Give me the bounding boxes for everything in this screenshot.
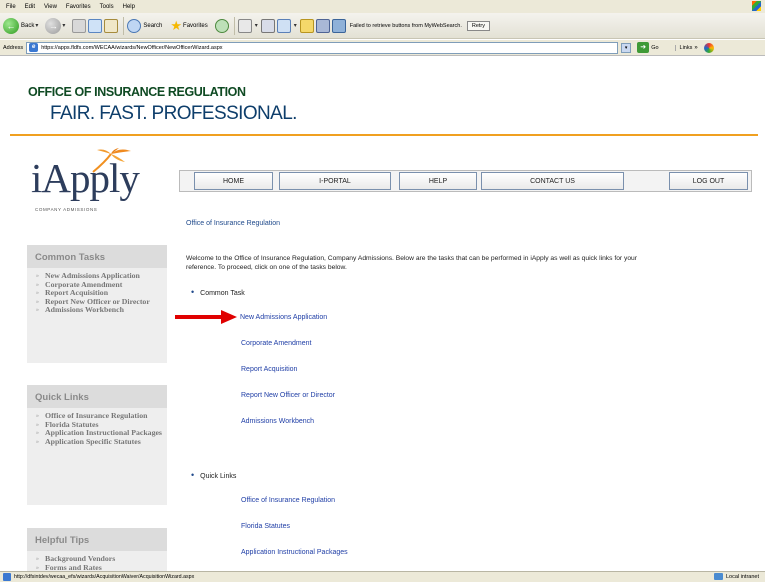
page-status-icon: [3, 573, 11, 581]
quick-link-florida-statutes[interactable]: Florida Statutes: [241, 523, 290, 530]
status-url: http://dfsintdev/wecaa_efs/wizards/Acqui…: [14, 574, 195, 580]
sidebar-common-tasks: Common Tasks New Admissions Application …: [27, 245, 167, 363]
status-bar: http://dfsintdev/wecaa_efs/wizards/Acqui…: [0, 571, 765, 582]
task-link-report-new-officer[interactable]: Report New Officer or Director: [241, 392, 335, 399]
address-url: https://apps.fldfs.com/WECAA/wizards/New…: [41, 44, 223, 51]
task-link-report-acquisition[interactable]: Report Acquisition: [241, 366, 297, 373]
red-arrow-icon: [175, 310, 237, 324]
windows-logo-icon: [752, 1, 761, 11]
motto: FAIR. FAST. PROFESSIONAL.: [50, 103, 297, 124]
address-dropdown-icon[interactable]: ▾: [621, 42, 632, 53]
header-divider: [10, 134, 758, 136]
toolbar-status-message: Failed to retrieve buttons from MyWebSea…: [349, 22, 462, 29]
zone-label: Local intranet: [725, 573, 759, 580]
stop-icon[interactable]: [72, 18, 87, 33]
nav-portal-button[interactable]: I-PORTAL: [279, 172, 391, 190]
menu-view[interactable]: View: [44, 4, 57, 10]
iapply-logo[interactable]: iApply COMPANY ADMISSIONS: [31, 148, 141, 214]
chevron-down-icon: ▾: [62, 23, 66, 29]
go-arrow-icon[interactable]: ➜: [637, 42, 650, 53]
quick-link-instructional-packages[interactable]: Application Instructional Packages: [241, 549, 348, 556]
chevron-down-icon: ▾: [293, 23, 297, 29]
menu-edit[interactable]: Edit: [25, 4, 35, 10]
back-label: Back: [21, 22, 35, 29]
sidebar-item-specific-statutes[interactable]: Application Specific Statutes: [27, 437, 167, 447]
nav-logout-button[interactable]: LOG OUT: [669, 172, 748, 190]
favorites-label: Favorites: [183, 22, 208, 29]
print-icon[interactable]: [260, 18, 275, 33]
refresh-icon[interactable]: [88, 18, 103, 33]
org-name: OFFICE OF INSURANCE REGULATION: [28, 85, 246, 99]
history-icon[interactable]: [214, 18, 229, 33]
address-label: Address: [3, 44, 24, 51]
browser-toolbar: ← Back ▾ → ▾ Search ★ Favorites ▾ ▾ Fail…: [0, 13, 765, 39]
chevron-right-icon[interactable]: »: [694, 45, 697, 51]
forward-button[interactable]: → ▾: [45, 17, 68, 34]
back-arrow-icon: ←: [3, 17, 19, 34]
chevron-down-icon: ▾: [254, 23, 258, 29]
toolbar-divider: [233, 16, 235, 35]
edit-icon[interactable]: [276, 18, 291, 33]
sidebar-item-admissions-workbench[interactable]: Admissions Workbench: [27, 305, 167, 315]
menu-help[interactable]: Help: [123, 4, 135, 10]
menu-tools[interactable]: Tools: [100, 4, 114, 10]
main-nav: HOME I-PORTAL HELP CONTACT US LOG OUT: [179, 170, 752, 192]
intranet-icon: [713, 573, 723, 580]
forward-arrow-icon: →: [45, 17, 62, 34]
browser-logo-icon: [703, 42, 714, 53]
sidebar-quick-links: Quick Links Office of Insurance Regulati…: [27, 385, 167, 505]
nav-home-button[interactable]: HOME: [194, 172, 273, 190]
search-button[interactable]: Search: [127, 18, 163, 33]
sidebar-heading: Quick Links: [27, 385, 167, 408]
sidebar-heading: Common Tasks: [27, 245, 167, 268]
toolbar-divider: [123, 16, 125, 35]
breadcrumb[interactable]: Office of Insurance Regulation: [186, 220, 280, 227]
chevron-down-icon: ▾: [35, 23, 39, 29]
address-bar: Address e https://apps.fldfs.com/WECAA/w…: [0, 40, 765, 56]
links-button[interactable]: Links: [674, 44, 692, 51]
search-icon: [127, 18, 142, 33]
task-link-corporate-amendment[interactable]: Corporate Amendment: [241, 340, 311, 347]
main-content: Office of Insurance Regulation Welcome t…: [186, 220, 756, 565]
star-icon: ★: [170, 17, 183, 33]
back-button[interactable]: ← Back ▾: [3, 17, 41, 34]
sidebar-heading: Helpful Tips: [27, 528, 167, 551]
security-zone: Local intranet: [713, 573, 759, 580]
welcome-text: Welcome to the Office of Insurance Regul…: [186, 255, 638, 271]
site-header: OFFICE OF INSURANCE REGULATION FAIR. FAS…: [10, 58, 760, 135]
menu-favorites[interactable]: Favorites: [66, 4, 91, 10]
search-label: Search: [143, 22, 163, 29]
menu-bar: File Edit View Favorites Tools Help: [0, 0, 765, 13]
task-link-admissions-workbench[interactable]: Admissions Workbench: [241, 418, 314, 425]
messenger-icon[interactable]: [315, 18, 330, 33]
retry-button[interactable]: Retry: [466, 20, 490, 31]
task-link-new-admissions[interactable]: New Admissions Application: [240, 314, 327, 321]
menu-file[interactable]: File: [6, 4, 16, 10]
mail-icon[interactable]: [237, 18, 252, 33]
logo-text: iApply: [31, 155, 140, 201]
sidebar-helpful-tips: Helpful Tips Background Vendors Forms an…: [27, 528, 167, 573]
research-icon[interactable]: [331, 18, 346, 33]
go-button[interactable]: Go: [651, 45, 658, 51]
address-input[interactable]: e https://apps.fldfs.com/WECAA/wizards/N…: [26, 41, 619, 54]
sidebar: Common Tasks New Admissions Application …: [27, 241, 167, 573]
quick-links-heading: Quick Links: [191, 470, 236, 480]
nav-help-button[interactable]: HELP: [399, 172, 477, 190]
folder-icon[interactable]: [299, 18, 314, 33]
nav-contact-button[interactable]: CONTACT US: [481, 172, 624, 190]
quick-link-oir[interactable]: Office of Insurance Regulation: [241, 497, 335, 504]
home-icon[interactable]: [104, 18, 119, 33]
favorites-button[interactable]: ★ Favorites: [170, 18, 207, 34]
common-task-heading: Common Task: [191, 287, 245, 297]
page-icon: e: [29, 43, 39, 52]
logo-subtitle: COMPANY ADMISSIONS: [35, 207, 98, 212]
